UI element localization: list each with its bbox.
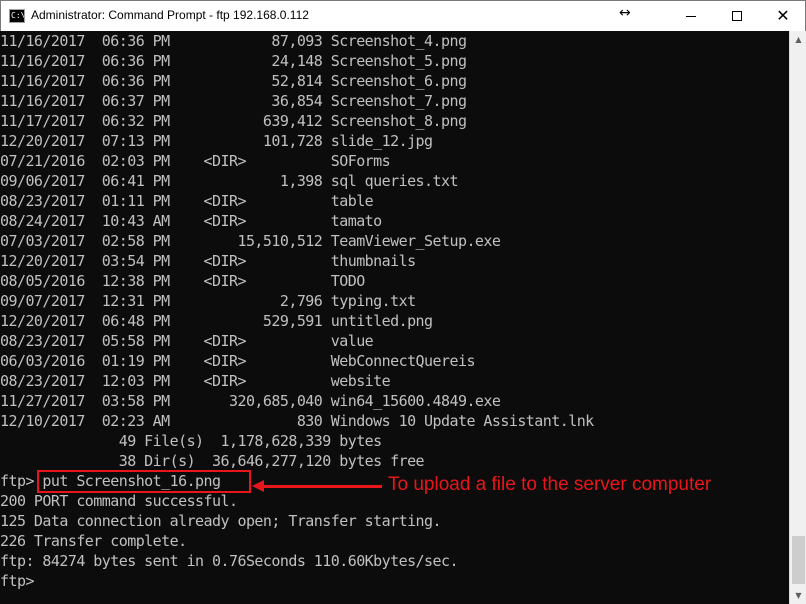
console-line: 226 Transfer complete. [0, 532, 187, 550]
console-line: 08/05/2016 12:38 PM <DIR> TODO [0, 272, 365, 290]
console-line: 11/27/2017 03:58 PM 320,685,040 win64_15… [0, 392, 501, 410]
console-line: 07/03/2017 02:58 PM 15,510,512 TeamViewe… [0, 232, 501, 250]
window-title: Administrator: Command Prompt - ftp 192.… [31, 8, 309, 22]
console-line: ftp: 84274 bytes sent in 0.76Seconds 110… [0, 552, 459, 570]
console-line: 11/16/2017 06:36 PM 87,093 Screenshot_4.… [0, 32, 467, 50]
console-line: 11/17/2017 06:32 PM 639,412 Screenshot_8… [0, 112, 467, 130]
console-line: 12/20/2017 06:48 PM 529,591 untitled.png [0, 312, 433, 330]
resize-cursor-icon: ↔ [619, 5, 631, 21]
vertical-scrollbar[interactable]: ▲ ▼ [789, 31, 806, 604]
console-line: 11/16/2017 06:36 PM 52,814 Screenshot_6.… [0, 72, 467, 90]
command-highlight-box [37, 470, 251, 493]
console-line: 06/03/2016 01:19 PM <DIR> WebConnectQuer… [0, 352, 475, 370]
console-line: 08/23/2017 12:03 PM <DIR> website [0, 372, 391, 390]
console-line: 38 Dir(s) 36,646,277,120 bytes free [0, 452, 425, 470]
minimize-icon [686, 15, 696, 17]
scroll-up-button[interactable]: ▲ [790, 31, 806, 48]
maximize-button[interactable] [714, 1, 760, 31]
console-line: 09/06/2017 06:41 PM 1,398 sql queries.tx… [0, 172, 459, 190]
command-prompt-icon: C:\ [9, 9, 25, 23]
console-output[interactable]: 11/16/2017 06:36 PM 87,093 Screenshot_4.… [0, 31, 789, 604]
scroll-down-button[interactable]: ▼ [790, 587, 806, 604]
console-line: 07/21/2016 02:03 PM <DIR> SOForms [0, 152, 391, 170]
console-line: 08/23/2017 05:58 PM <DIR> value [0, 332, 374, 350]
console-line: 200 PORT command successful. [0, 492, 238, 510]
console-line: ftp> [0, 572, 34, 590]
maximize-icon [732, 11, 742, 21]
console-line: 11/16/2017 06:36 PM 24,148 Screenshot_5.… [0, 52, 467, 70]
console-line: 12/20/2017 07:13 PM 101,728 slide_12.jpg [0, 132, 433, 150]
title-bar[interactable]: C:\ Administrator: Command Prompt - ftp … [0, 0, 806, 31]
console-line: 125 Data connection already open; Transf… [0, 512, 442, 530]
console-line: 08/24/2017 10:43 AM <DIR> tamato [0, 212, 382, 230]
annotation-arrow-line [262, 485, 382, 488]
console-line: 49 File(s) 1,178,628,339 bytes [0, 432, 382, 450]
console-line: 12/10/2017 02:23 AM 830 Windows 10 Updat… [0, 412, 594, 430]
console-line: 08/23/2017 01:11 PM <DIR> table [0, 192, 374, 210]
console-line: 11/16/2017 06:37 PM 36,854 Screenshot_7.… [0, 92, 467, 110]
close-icon: ✕ [776, 6, 790, 25]
console-line: 09/07/2017 12:31 PM 2,796 typing.txt [0, 292, 416, 310]
minimize-button[interactable] [668, 1, 714, 31]
annotation-arrow-icon [252, 480, 264, 492]
console-line: 12/20/2017 03:54 PM <DIR> thumbnails [0, 252, 416, 270]
scrollbar-thumb[interactable] [792, 536, 805, 584]
annotation-text: To upload a file to the server computer [388, 474, 712, 495]
close-button[interactable]: ✕ [760, 1, 806, 31]
